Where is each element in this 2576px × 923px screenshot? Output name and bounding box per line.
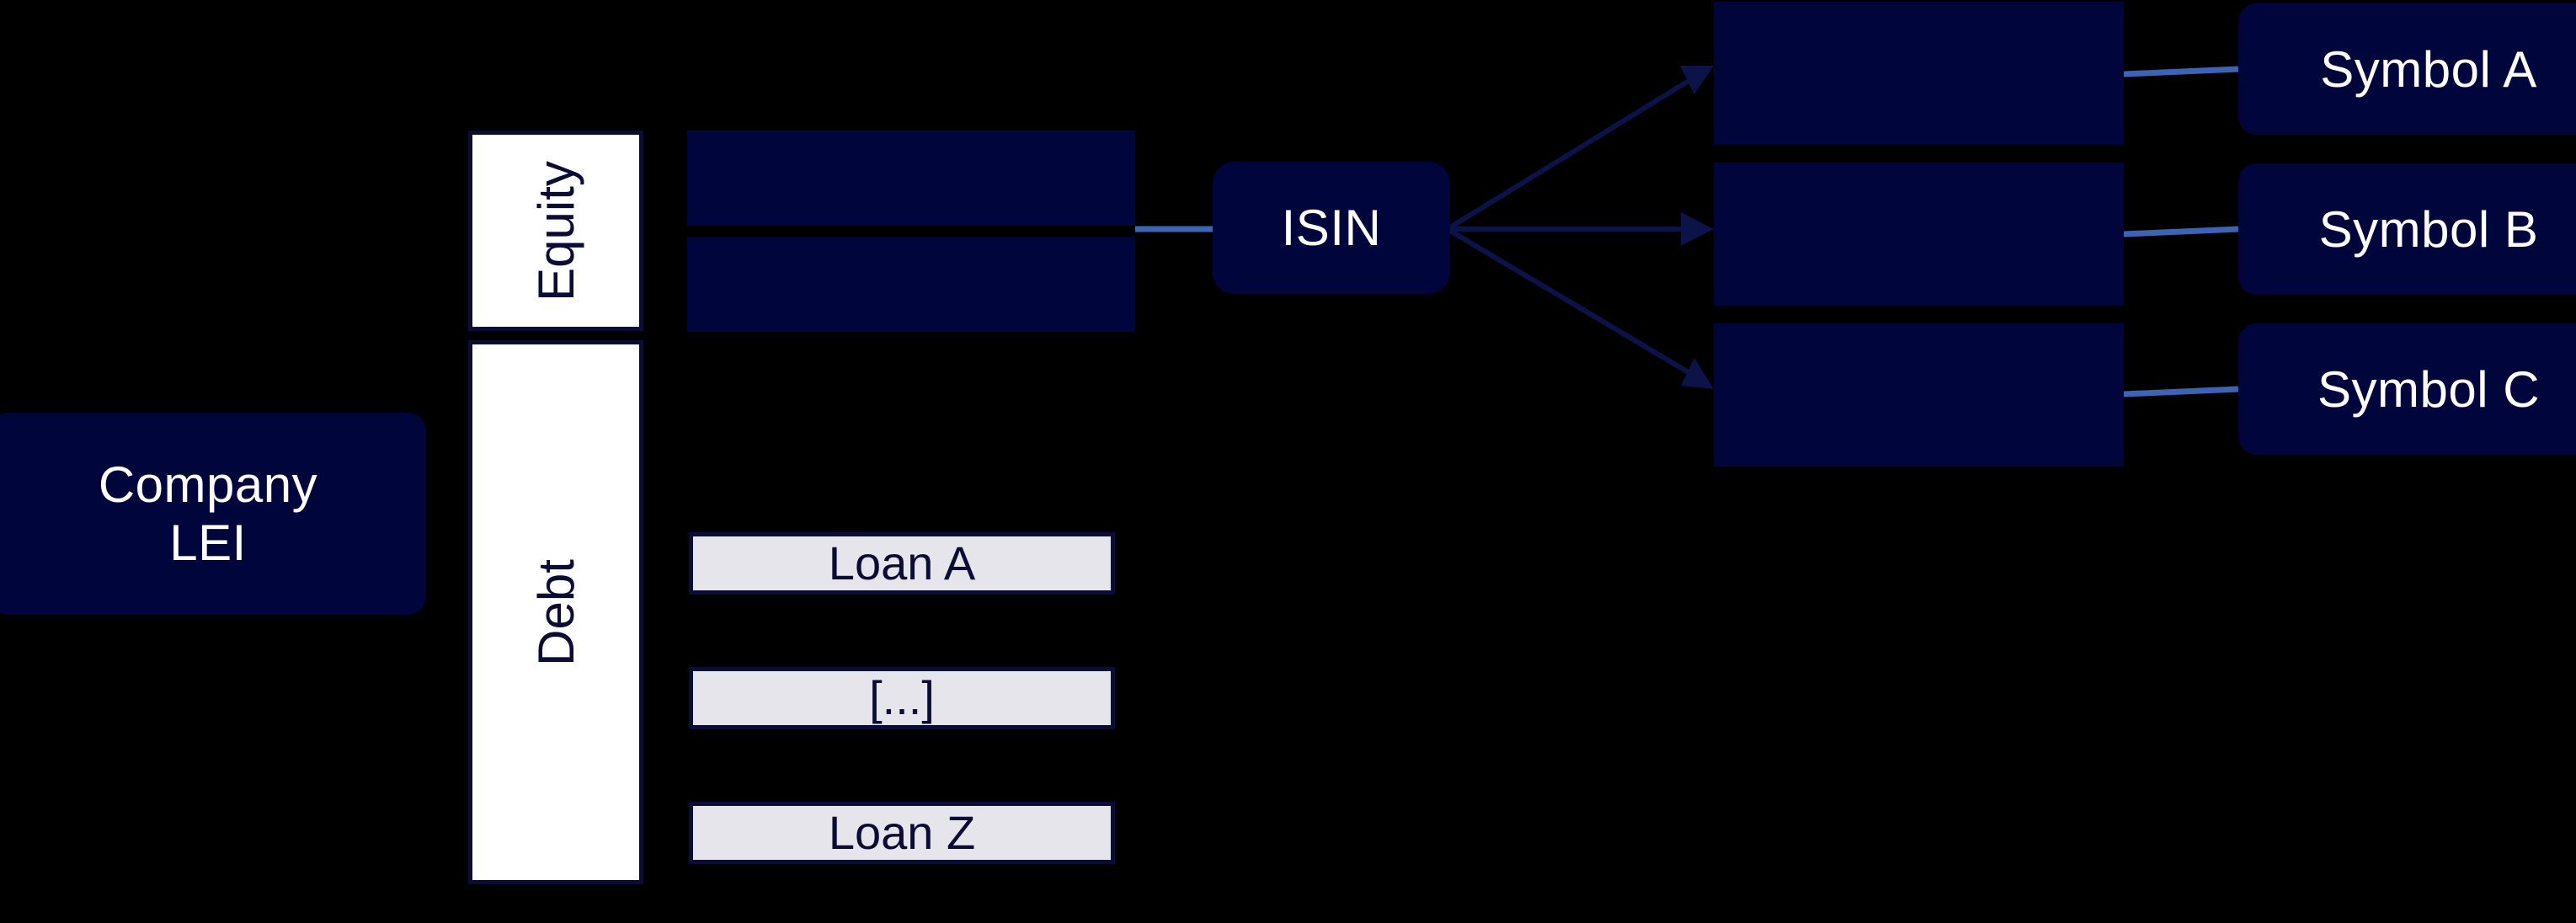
company-lei-line1: Company: [98, 456, 318, 513]
diagram-canvas: Company LEI Equity Debt Loan A [...] Loa…: [0, 0, 2576, 923]
debt-instrument-2-label: [...]: [869, 670, 935, 724]
symbol-a-node[interactable]: Symbol A: [2238, 3, 2576, 135]
connector-venue-b-to-symbol-b: [2123, 226, 2239, 237]
connector-venue-c-to-symbol-c: [2123, 386, 2239, 397]
debt-instrument-row-1[interactable]: Loan A: [689, 532, 1115, 595]
isin-node[interactable]: ISIN: [1213, 162, 1450, 294]
debt-instrument-row-2[interactable]: [...]: [689, 667, 1115, 729]
category-debt[interactable]: Debt: [468, 340, 643, 884]
symbol-a-label: Symbol A: [2320, 40, 2537, 98]
isin-label: ISIN: [1281, 200, 1382, 256]
symbol-c-node[interactable]: Symbol C: [2238, 323, 2576, 455]
category-equity-label: Equity: [527, 160, 584, 301]
symbol-b-node[interactable]: Symbol B: [2238, 163, 2576, 295]
company-lei-line2: LEI: [169, 515, 247, 571]
symbol-b-label: Symbol B: [2318, 200, 2539, 258]
company-lei-node[interactable]: Company LEI: [0, 413, 426, 615]
equity-instrument-row-2[interactable]: [687, 237, 1135, 332]
venue-row-2[interactable]: [1714, 163, 2124, 306]
isin-fanout-arrows: [1448, 66, 1714, 389]
equity-instrument-row-1[interactable]: [687, 131, 1135, 226]
category-equity[interactable]: Equity: [468, 131, 643, 331]
category-debt-label: Debt: [527, 558, 584, 666]
venue-row-3[interactable]: [1714, 323, 2124, 467]
debt-instrument-3-label: Loan Z: [828, 805, 976, 859]
connector-venue-a-to-symbol-a: [2123, 66, 2239, 77]
debt-instrument-row-3[interactable]: Loan Z: [689, 802, 1115, 864]
symbol-c-label: Symbol C: [2317, 360, 2541, 418]
debt-instrument-1-label: Loan A: [828, 536, 976, 590]
venue-row-1[interactable]: [1714, 2, 2124, 145]
